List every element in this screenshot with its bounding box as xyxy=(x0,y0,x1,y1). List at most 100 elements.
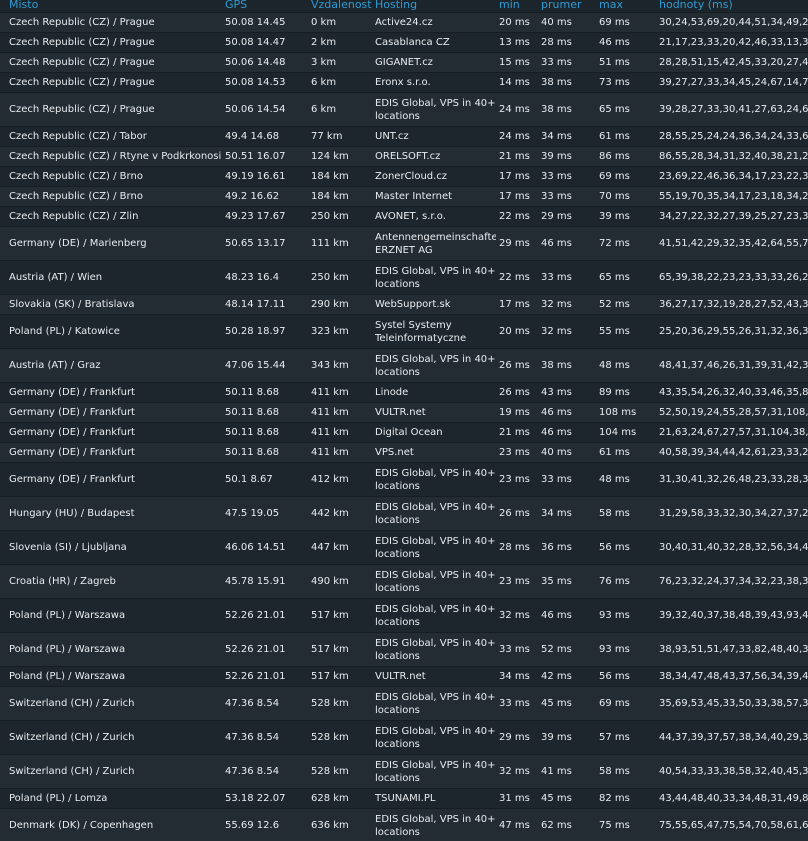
table-row: Croatia (HR) / Zagreb 45.78 15.91 490 km ED… xyxy=(0,564,808,599)
cell-hosting: TSUNAMI.PL xyxy=(372,788,496,809)
cell-place: Slovenia (SI) / Ljubljana xyxy=(0,530,222,565)
cell-avg: 62 ms xyxy=(538,808,596,841)
cell-avg: 40 ms xyxy=(538,12,596,33)
cell-values: 43,35,54,26,32,40,33,46,35,89 xyxy=(656,382,808,403)
table-row: Germany (DE) / Frankfurt 50.11 8.68 411 km… xyxy=(0,422,808,443)
cell-gps: 52.26 21.01 xyxy=(222,598,308,633)
cell-values: 39,28,27,33,30,41,27,63,24,65 xyxy=(656,92,808,127)
cell-values: 30,24,53,69,20,44,51,34,49,26 xyxy=(656,12,808,33)
cell-place: Czech Republic (CZ) / Prague xyxy=(0,12,222,33)
cell-hosting: EDIS Global, VPS in 40+ locations xyxy=(372,754,496,789)
cell-distance: 250 km xyxy=(308,206,372,227)
cell-min: 20 ms xyxy=(496,314,538,349)
cell-values: 30,40,31,40,32,28,32,56,34,40 xyxy=(656,530,808,565)
cell-distance: 517 km xyxy=(308,666,372,687)
cell-min: 33 ms xyxy=(496,632,538,667)
cell-hosting: EDIS Global, VPS in 40+ locations xyxy=(372,260,496,295)
cell-avg: 45 ms xyxy=(538,686,596,721)
cell-gps: 49.2 16.62 xyxy=(222,186,308,207)
cell-max: 61 ms xyxy=(596,442,656,463)
cell-gps: 49.23 17.67 xyxy=(222,206,308,227)
cell-max: 51 ms xyxy=(596,52,656,73)
cell-min: 21 ms xyxy=(496,422,538,443)
cell-distance: 490 km xyxy=(308,564,372,599)
cell-distance: 528 km xyxy=(308,754,372,789)
cell-hosting: Active24.cz xyxy=(372,12,496,33)
cell-place: Germany (DE) / Frankfurt xyxy=(0,442,222,463)
cell-hosting: EDIS Global, VPS in 40+ locations xyxy=(372,808,496,841)
column-header-hosting[interactable]: Hosting xyxy=(372,0,496,13)
cell-max: 69 ms xyxy=(596,166,656,187)
cell-distance: 184 km xyxy=(308,186,372,207)
cell-min: 26 ms xyxy=(496,348,538,383)
cell-values: 28,55,25,24,24,36,34,24,33,61 xyxy=(656,126,808,147)
cell-avg: 46 ms xyxy=(538,422,596,443)
column-header-values[interactable]: hodnoty (ms) xyxy=(656,0,808,13)
cell-distance: 447 km xyxy=(308,530,372,565)
cell-avg: 33 ms xyxy=(538,166,596,187)
cell-distance: 528 km xyxy=(308,686,372,721)
cell-max: 72 ms xyxy=(596,226,656,261)
cell-values: 34,27,22,32,27,39,25,27,23,31 xyxy=(656,206,808,227)
cell-gps: 47.36 8.54 xyxy=(222,686,308,721)
cell-place: Germany (DE) / Frankfurt xyxy=(0,402,222,423)
column-header-place[interactable]: Misto xyxy=(0,0,222,13)
cell-values: 75,55,65,47,75,54,70,58,61,61 xyxy=(656,808,808,841)
cell-avg: 45 ms xyxy=(538,788,596,809)
column-header-gps[interactable]: GPS xyxy=(222,0,308,13)
cell-distance: 517 km xyxy=(308,632,372,667)
cell-gps: 50.08 14.45 xyxy=(222,12,308,33)
table-row: Czech Republic (CZ) / Rtyne v Podkrkonos… xyxy=(0,146,808,167)
cell-min: 32 ms xyxy=(496,754,538,789)
cell-place: Croatia (HR) / Zagreb xyxy=(0,564,222,599)
cell-max: 57 ms xyxy=(596,720,656,755)
cell-min: 29 ms xyxy=(496,226,538,261)
cell-avg: 46 ms xyxy=(538,226,596,261)
cell-hosting: EDIS Global, VPS in 40+ locations xyxy=(372,564,496,599)
cell-hosting: VPS.net xyxy=(372,442,496,463)
cell-min: 47 ms xyxy=(496,808,538,841)
cell-hosting: Systel Systemy Teleinformatyczne xyxy=(372,314,496,349)
cell-gps: 47.36 8.54 xyxy=(222,720,308,755)
cell-values: 31,29,58,33,32,30,34,27,37,26 xyxy=(656,496,808,531)
cell-gps: 46.06 14.51 xyxy=(222,530,308,565)
cell-place: Czech Republic (CZ) / Prague xyxy=(0,32,222,53)
cell-avg: 43 ms xyxy=(538,382,596,403)
cell-gps: 53.18 22.07 xyxy=(222,788,308,809)
cell-avg: 32 ms xyxy=(538,314,596,349)
table-row: Czech Republic (CZ) / Prague 50.08 14.47 2… xyxy=(0,32,808,53)
column-header-avg[interactable]: prumer xyxy=(538,0,596,13)
cell-hosting: ORELSOFT.cz xyxy=(372,146,496,167)
cell-values: 48,41,37,46,26,31,39,31,42,35 xyxy=(656,348,808,383)
column-header-max[interactable]: max xyxy=(596,0,656,13)
cell-values: 38,93,51,51,47,33,82,48,40,37 xyxy=(656,632,808,667)
column-header-distance[interactable]: Vzdalenost xyxy=(308,0,372,13)
cell-distance: 628 km xyxy=(308,788,372,809)
cell-place: Slovakia (SK) / Bratislava xyxy=(0,294,222,315)
table-row: Germany (DE) / Marienberg 50.65 13.17 111 … xyxy=(0,226,808,261)
column-header-min[interactable]: min xyxy=(496,0,538,13)
cell-place: Czech Republic (CZ) / Zlin xyxy=(0,206,222,227)
cell-gps: 50.65 13.17 xyxy=(222,226,308,261)
cell-place: Czech Republic (CZ) / Tabor xyxy=(0,126,222,147)
cell-avg: 38 ms xyxy=(538,348,596,383)
table-row: Poland (PL) / Lomza 53.18 22.07 628 km TSUN… xyxy=(0,788,808,809)
cell-max: 39 ms xyxy=(596,206,656,227)
cell-gps: 49.4 14.68 xyxy=(222,126,308,147)
cell-place: Germany (DE) / Marienberg xyxy=(0,226,222,261)
cell-values: 86,55,28,34,31,32,40,38,21,23 xyxy=(656,146,808,167)
cell-values: 76,23,32,24,37,34,32,23,38,30 xyxy=(656,564,808,599)
cell-gps: 50.06 14.54 xyxy=(222,92,308,127)
cell-place: Poland (PL) / Lomza xyxy=(0,788,222,809)
cell-hosting: EDIS Global, VPS in 40+ locations xyxy=(372,598,496,633)
cell-max: 48 ms xyxy=(596,348,656,383)
cell-avg: 32 ms xyxy=(538,294,596,315)
table-row: Czech Republic (CZ) / Prague 50.08 14.53 6… xyxy=(0,72,808,93)
cell-distance: 411 km xyxy=(308,442,372,463)
cell-distance: 124 km xyxy=(308,146,372,167)
cell-min: 23 ms xyxy=(496,462,538,497)
cell-place: Poland (PL) / Warszawa xyxy=(0,598,222,633)
cell-min: 24 ms xyxy=(496,126,538,147)
cell-min: 29 ms xyxy=(496,720,538,755)
cell-min: 31 ms xyxy=(496,788,538,809)
